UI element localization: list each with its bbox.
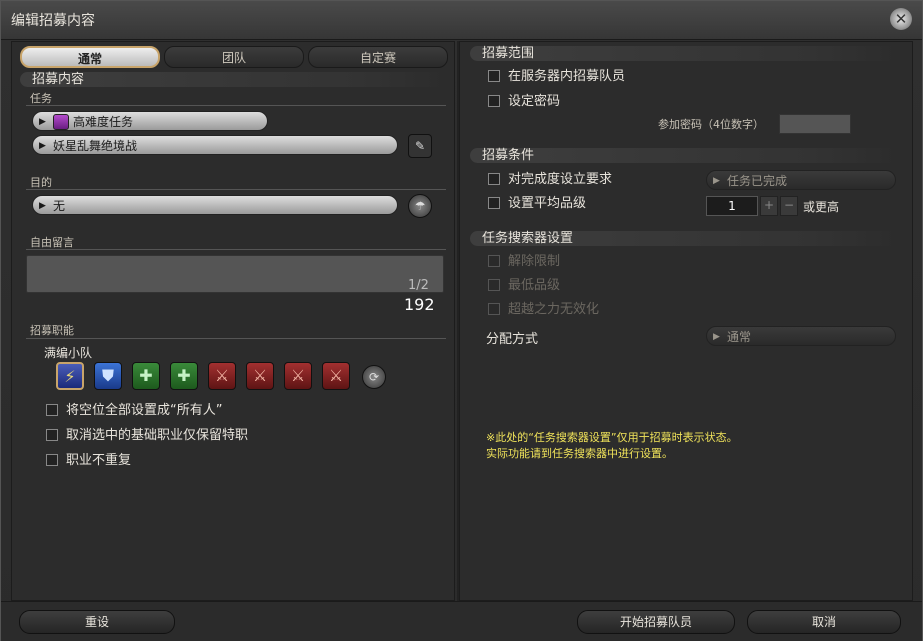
cancel-button[interactable]: 取消 (747, 610, 901, 634)
checkbox-keep-jobs[interactable]: 取消选中的基础职业仅保留特职 (46, 427, 248, 445)
close-icon[interactable]: ✕ (890, 8, 912, 30)
job-slot-all-icon[interactable]: ⚡ (56, 362, 84, 390)
decrement-icon[interactable]: − (780, 196, 798, 216)
job-slot-healer-icon[interactable]: ✚ (170, 362, 198, 390)
comment-char-counter: 192 (404, 295, 435, 314)
party-label: 满编小队 (44, 346, 93, 360)
job-slot-dps-icon[interactable]: ⚔ (246, 362, 274, 390)
left-panel: 通常 团队 自定赛 招募内容 任务 ▶ 高难度任务 ▶ 妖星乱舞绝境战 ✎ 目的… (11, 41, 455, 601)
job-slot-tank-icon[interactable]: ⛊ (94, 362, 122, 390)
checkbox-item-level[interactable]: 设置平均品级 (488, 195, 586, 213)
jobs-divider (26, 338, 446, 339)
checkbox-completion[interactable]: 对完成度设立要求 (488, 171, 612, 189)
comment-divider (26, 249, 446, 250)
checkbox-password[interactable]: 设定密码 (488, 93, 560, 111)
start-recruit-button[interactable]: 开始招募队员 (577, 610, 735, 634)
checkbox-icon (46, 428, 58, 441)
assign-label: 分配方式 (486, 332, 539, 347)
checkbox-icon (488, 254, 500, 267)
edit-recruitment-window: 编辑招募内容 ✕ 通常 团队 自定赛 招募内容 任务 ▶ 高难度任务 ▶ 妖星乱… (0, 0, 923, 641)
tab-custom[interactable]: 自定赛 (308, 46, 448, 68)
item-level-input[interactable]: 1 (706, 196, 758, 216)
duty-divider (26, 105, 446, 106)
recruit-content-header: 招募内容 (20, 72, 446, 87)
purpose-select[interactable]: ▶ 无 (32, 195, 398, 215)
checkbox-icon (488, 196, 500, 209)
checkbox-icon (488, 69, 500, 82)
duty-name-select[interactable]: ▶ 妖星乱舞绝境战 (32, 135, 398, 155)
purpose-value: 无 (53, 199, 66, 213)
job-slot-dps-icon[interactable]: ⚔ (208, 362, 236, 390)
checkbox-icon (488, 172, 500, 185)
condition-header: 招募条件 (470, 148, 898, 163)
duty-settings-icon[interactable]: ✎ (408, 134, 432, 158)
high-end-duty-icon (53, 114, 69, 130)
job-slot-dps-icon[interactable]: ⚔ (284, 362, 312, 390)
item-level-suffix: 或更高 (803, 200, 840, 214)
finder-header: 任务搜索器设置 (470, 231, 898, 246)
triangle-right-icon: ▶ (713, 332, 720, 342)
checkbox-fill-all[interactable]: 将空位全部设置成“所有人” (46, 402, 222, 420)
checkbox-icon (488, 94, 500, 107)
triangle-right-icon: ▶ (713, 176, 720, 186)
checkbox-icon (488, 278, 500, 291)
purpose-info-icon[interactable]: ☂ (408, 194, 432, 218)
assign-value: 通常 (727, 330, 752, 344)
note-line-1: ※此处的“任务搜索器设置”仅用于招募时表示状态。 (486, 431, 738, 444)
duty-category-value: 高难度任务 (73, 115, 134, 129)
reset-button[interactable]: 重设 (19, 610, 175, 634)
checkbox-unique-jobs[interactable]: 职业不重复 (46, 452, 131, 470)
triangle-right-icon: ▶ (39, 141, 46, 151)
checkbox-icon (46, 453, 58, 466)
finder-note: ※此处的“任务搜索器设置”仅用于招募时表示状态。 实际功能请到任务搜索器中进行设… (486, 430, 738, 462)
tab-party[interactable]: 团队 (164, 46, 304, 68)
duty-category-select[interactable]: ▶ 高难度任务 (32, 111, 268, 131)
checkbox-unrestricted: 解除限制 (488, 253, 560, 271)
job-slot-healer-icon[interactable]: ✚ (132, 362, 160, 390)
comment-textarea[interactable] (26, 255, 444, 293)
checkbox-icon (46, 403, 58, 416)
window-title: 编辑招募内容 (11, 13, 95, 29)
completion-select[interactable]: ▶ 任务已完成 (706, 170, 896, 190)
checkbox-min-ilvl: 最低品级 (488, 277, 560, 295)
checkbox-server-only[interactable]: 在服务器内招募队员 (488, 68, 625, 86)
duty-name-value: 妖星乱舞绝境战 (53, 139, 138, 153)
completion-value: 任务已完成 (727, 174, 788, 188)
comment-line-counter: 1/2 (408, 278, 429, 293)
job-reset-icon[interactable]: ⟳ (362, 365, 386, 389)
tab-bar: 通常 团队 自定赛 (20, 46, 448, 68)
increment-icon[interactable]: + (760, 196, 778, 216)
purpose-divider (26, 189, 446, 190)
triangle-right-icon: ▶ (39, 201, 46, 211)
purpose-label: 目的 (30, 176, 52, 189)
right-panel: 招募范围 在服务器内招募队员 设定密码 参加密码（4位数字） 招募条件 对完成度… (459, 41, 913, 601)
triangle-right-icon: ▶ (39, 117, 46, 127)
tab-normal[interactable]: 通常 (20, 46, 160, 68)
assign-select[interactable]: ▶ 通常 (706, 326, 896, 346)
footer-bar: 重设 开始招募队员 取消 (1, 601, 922, 641)
password-input[interactable] (779, 114, 851, 134)
checkbox-silence-echo: 超越之力无效化 (488, 301, 599, 319)
checkbox-icon (488, 302, 500, 315)
title-bar: 编辑招募内容 ✕ (1, 1, 922, 40)
note-line-2: 实际功能请到任务搜索器中进行设置。 (486, 447, 673, 460)
duty-label: 任务 (30, 92, 52, 105)
range-header: 招募范围 (470, 46, 898, 61)
password-label: 参加密码（4位数字） (658, 118, 764, 131)
jobs-label: 招募职能 (30, 324, 74, 337)
comment-label: 自由留言 (30, 236, 74, 249)
job-slot-dps-icon[interactable]: ⚔ (322, 362, 350, 390)
